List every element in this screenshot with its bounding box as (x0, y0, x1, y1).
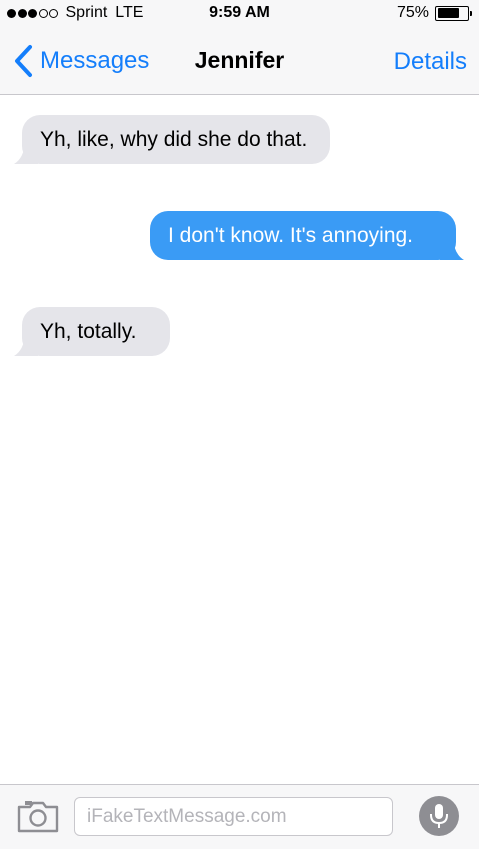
message-bubble: I don't know. It's annoying. (150, 211, 456, 260)
message-incoming: Yh, like, why did she do that. (14, 115, 330, 164)
message-thread: Yh, like, why did she do that. I don't k… (0, 96, 479, 784)
message-bubble: Yh, totally. (22, 307, 170, 356)
chevron-left-icon (15, 45, 32, 77)
input-bar (0, 784, 479, 849)
microphone-button[interactable] (419, 796, 459, 836)
microphone-icon (430, 804, 448, 828)
details-button[interactable]: Details (394, 48, 467, 76)
message-input[interactable] (74, 797, 393, 836)
message-incoming: Yh, totally. (14, 307, 170, 356)
status-right: 75% (396, 4, 472, 22)
back-button[interactable]: Messages (12, 44, 149, 78)
navigation-bar: Messages Jennifer Details (0, 28, 479, 95)
battery-icon (435, 5, 472, 21)
battery-percent: 75% (396, 4, 429, 21)
back-label: Messages (40, 47, 150, 74)
message-bubble: Yh, like, why did she do that. (22, 115, 330, 164)
status-bar: Sprint LTE 9:59 AM 75% (0, 0, 479, 28)
camera-icon[interactable] (17, 799, 59, 833)
message-outgoing: I don't know. It's annoying. (150, 211, 464, 260)
battery-fill (437, 8, 460, 18)
battery-tip (469, 10, 472, 16)
